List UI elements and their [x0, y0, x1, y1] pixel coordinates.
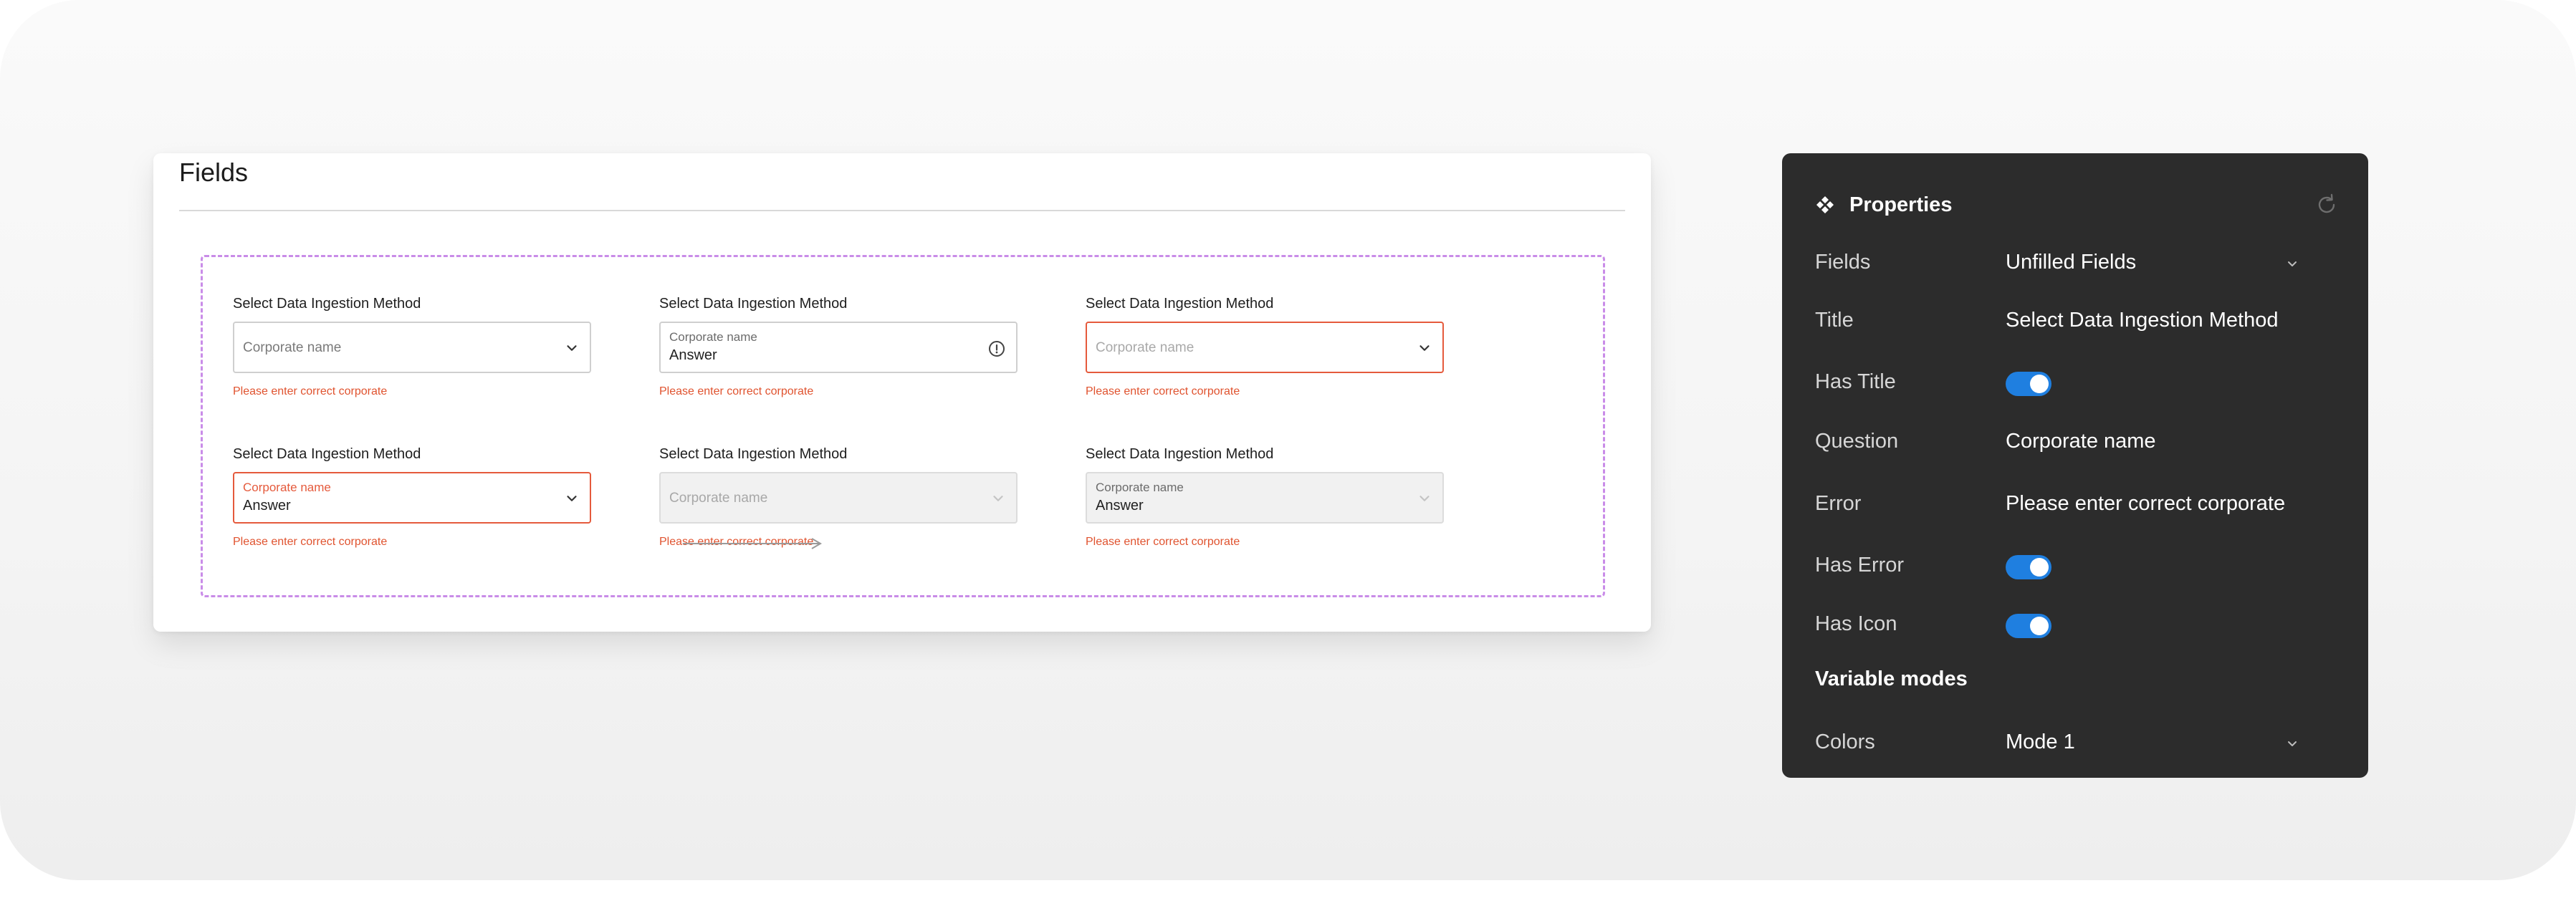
properties-title: Properties — [1849, 193, 1953, 216]
chevron-down-icon — [564, 491, 580, 506]
field-label: Select Data Ingestion Method — [1086, 296, 1274, 312]
title-input[interactable]: Select Data Ingestion Method — [2006, 309, 2278, 332]
prop-row-colors[interactable]: Colors Mode 1 — [1815, 726, 2340, 758]
field-select[interactable]: Corporate name — [233, 322, 591, 373]
field-label: Select Data Ingestion Method — [233, 446, 421, 462]
info-icon — [987, 339, 1006, 358]
toggle-knob — [2030, 558, 2049, 577]
prop-key: Error — [1815, 492, 1862, 515]
field-answer: Answer — [243, 498, 291, 514]
colors-mode-dropdown[interactable]: Mode 1 — [2006, 731, 2075, 754]
field-select[interactable]: Corporate name Answer — [659, 322, 1018, 373]
field-variant-default[interactable]: Select Data Ingestion Method Corporate n… — [233, 294, 591, 399]
fields-card: Fields Select Data Ingestion Method Corp… — [153, 153, 1651, 632]
prop-key: Has Icon — [1815, 612, 1897, 635]
chevron-down-icon[interactable] — [2284, 735, 2301, 752]
chevron-down-icon — [564, 340, 580, 356]
field-placeholder: Corporate name — [669, 491, 768, 506]
component-variants-frame[interactable]: Select Data Ingestion Method Corporate n… — [201, 255, 1605, 597]
prop-row-fields[interactable]: Fields Unfilled Fields — [1815, 246, 2340, 278]
field-label: Select Data Ingestion Method — [659, 446, 848, 462]
toggle-knob — [2030, 617, 2049, 635]
field-label: Select Data Ingestion Method — [233, 296, 421, 312]
prop-key: Fields — [1815, 251, 1871, 274]
field-error: Please enter correct corporate — [659, 385, 814, 397]
field-label: Select Data Ingestion Method — [659, 296, 848, 312]
field-answer: Answer — [1096, 498, 1144, 514]
fields-title: Fields — [179, 158, 249, 187]
component-icon — [1815, 195, 1835, 215]
prop-key: Has Title — [1815, 370, 1896, 393]
field-error: Please enter correct corporate — [233, 385, 388, 397]
properties-panel: Properties Fields Unfilled Fields Title … — [1782, 153, 2368, 778]
has-error-toggle[interactable] — [2006, 555, 2051, 579]
field-question: Corporate name — [669, 330, 757, 344]
field-variant-disabled-empty: Select Data Ingestion Method Corporate n… — [659, 445, 1018, 549]
field-error: Please enter correct corporate — [233, 536, 388, 548]
field-variant-disabled-filled: Select Data Ingestion Method Corporate n… — [1086, 445, 1444, 549]
field-select: Corporate name Answer — [1086, 472, 1444, 524]
prop-row-has-title[interactable]: Has Title — [1815, 366, 2340, 397]
fields-dropdown[interactable]: Unfilled Fields — [2006, 251, 2136, 274]
prop-row-has-error[interactable]: Has Error — [1815, 549, 2340, 581]
prop-row-has-icon[interactable]: Has Icon — [1815, 608, 2340, 640]
variable-modes-heading: Variable modes — [1815, 667, 1968, 690]
prop-key: Title — [1815, 309, 1854, 332]
error-input[interactable]: Please enter correct corporate — [2006, 492, 2285, 516]
has-title-toggle[interactable] — [2006, 372, 2051, 396]
field-answer: Answer — [669, 347, 717, 363]
chevron-down-icon — [1417, 340, 1432, 356]
field-question: Corporate name — [1096, 481, 1184, 494]
canvas-background: Fields Select Data Ingestion Method Corp… — [0, 0, 2576, 880]
prop-row-question[interactable]: Question Corporate name — [1815, 425, 2340, 457]
toggle-knob — [2030, 375, 2049, 393]
field-variant-filled-info[interactable]: Select Data Ingestion Method Corporate n… — [659, 294, 1018, 399]
field-question: Corporate name — [243, 481, 331, 494]
field-variant-error-empty[interactable]: Select Data Ingestion Method Corporate n… — [1086, 294, 1444, 399]
field-placeholder: Corporate name — [1096, 340, 1194, 355]
reset-icon[interactable] — [2314, 192, 2340, 218]
chevron-down-icon[interactable] — [2284, 255, 2301, 272]
chevron-down-icon — [990, 491, 1006, 506]
chevron-down-icon — [1417, 491, 1432, 506]
fields-divider — [179, 210, 1625, 211]
field-error: Please enter correct corporate — [1086, 385, 1240, 397]
question-input[interactable]: Corporate name — [2006, 430, 2156, 453]
field-select: Corporate name — [659, 472, 1018, 524]
field-select[interactable]: Corporate name Answer — [233, 472, 591, 524]
prop-key: Colors — [1815, 731, 1875, 753]
field-label: Select Data Ingestion Method — [1086, 446, 1274, 462]
field-error: Please enter correct corporate — [1086, 536, 1240, 548]
field-select[interactable]: Corporate name — [1086, 322, 1444, 373]
prop-row-title[interactable]: Title Select Data Ingestion Method — [1815, 304, 2340, 336]
has-icon-toggle[interactable] — [2006, 614, 2051, 638]
prop-key: Question — [1815, 430, 1899, 453]
prop-row-error[interactable]: Error Please enter correct corporate — [1815, 488, 2340, 519]
properties-header: Properties — [1815, 191, 1952, 219]
prototype-arrow-icon — [683, 538, 822, 549]
prop-key: Has Error — [1815, 554, 1905, 577]
field-placeholder: Corporate name — [243, 340, 342, 355]
field-variant-error-filled[interactable]: Select Data Ingestion Method Corporate n… — [233, 445, 591, 549]
